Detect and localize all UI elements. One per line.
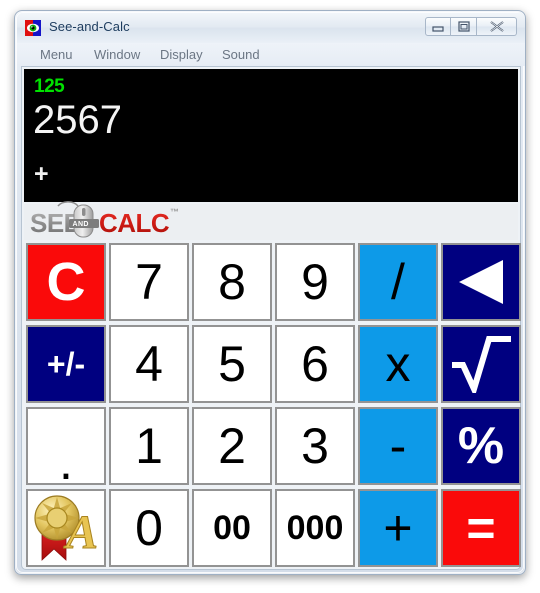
- key-digit-2[interactable]: 2: [192, 407, 272, 485]
- maximize-button[interactable]: [451, 17, 477, 36]
- svg-text:A: A: [63, 506, 98, 559]
- key-digit-8[interactable]: 8: [192, 243, 272, 321]
- key-digit-1-label: 1: [135, 418, 163, 474]
- key-clear-label: C: [46, 252, 86, 312]
- key-backspace[interactable]: [441, 243, 521, 321]
- calculator-display: 125 2567 +: [24, 69, 518, 202]
- window-title: See-and-Calc: [49, 19, 130, 34]
- key-multiply-label: x: [385, 336, 411, 392]
- key-multiply[interactable]: x: [358, 325, 438, 403]
- application-window: See-and-Calc Menu Window Display Sound 1…: [14, 10, 526, 575]
- menu-item-menu[interactable]: Menu: [35, 46, 78, 63]
- key-clear[interactable]: C: [26, 243, 106, 321]
- see-and-calc-logo: SEE AND CALC ™: [30, 201, 179, 238]
- key-triple-zero[interactable]: 000: [275, 489, 355, 567]
- key-subtract[interactable]: -: [358, 407, 438, 485]
- key-award[interactable]: A: [26, 489, 106, 567]
- key-digit-0[interactable]: 0: [109, 489, 189, 567]
- key-double-zero-label: 00: [213, 509, 251, 547]
- logo-strip: SEE AND CALC ™: [24, 201, 518, 240]
- key-digit-7[interactable]: 7: [109, 243, 189, 321]
- key-add-label: +: [383, 500, 413, 556]
- key-digit-7-label: 7: [135, 254, 163, 310]
- key-add[interactable]: +: [358, 489, 438, 567]
- svg-text:CALC: CALC: [99, 208, 170, 238]
- see-and-calc-icon: [25, 20, 41, 36]
- key-digit-3-label: 3: [301, 418, 329, 474]
- svg-text:™: ™: [170, 207, 179, 217]
- key-digit-1[interactable]: 1: [109, 407, 189, 485]
- menu-item-window[interactable]: Window: [89, 46, 145, 63]
- key-digit-4-label: 4: [135, 336, 163, 392]
- close-button[interactable]: [477, 17, 517, 36]
- key-percent-label: %: [457, 417, 505, 475]
- key-sign-toggle-label: +/-: [46, 346, 86, 382]
- key-digit-5[interactable]: 5: [192, 325, 272, 403]
- key-digit-6[interactable]: 6: [275, 325, 355, 403]
- key-digit-4[interactable]: 4: [109, 325, 189, 403]
- close-icon: [489, 21, 504, 32]
- backspace-triangle-icon: [459, 260, 503, 304]
- key-decimal-point[interactable]: .: [26, 407, 106, 485]
- key-digit-8-label: 8: [218, 254, 246, 310]
- keypad: C 7 8 9 / +/- 4 5 6 x . 1 2 3 - % A 0 00…: [24, 241, 521, 569]
- title-bar[interactable]: See-and-Calc: [17, 13, 525, 43]
- display-memory-value: 125: [34, 76, 65, 97]
- minimize-icon: [432, 26, 444, 32]
- key-equals-label: =: [466, 500, 496, 556]
- key-digit-3[interactable]: 3: [275, 407, 355, 485]
- display-main-value: 2567: [33, 98, 122, 142]
- key-digit-2-label: 2: [218, 418, 246, 474]
- display-pending-operator: +: [34, 160, 49, 188]
- square-root-icon: [452, 336, 511, 393]
- key-triple-zero-label: 000: [286, 509, 344, 547]
- key-digit-0-label: 0: [135, 500, 163, 556]
- key-sign-toggle[interactable]: +/-: [26, 325, 106, 403]
- key-divide[interactable]: /: [358, 243, 438, 321]
- svg-text:AND: AND: [73, 221, 89, 228]
- minimize-button[interactable]: [425, 17, 451, 36]
- key-square-root[interactable]: [441, 325, 521, 403]
- key-digit-9[interactable]: 9: [275, 243, 355, 321]
- key-percent[interactable]: %: [441, 407, 521, 485]
- key-digit-5-label: 5: [218, 336, 246, 392]
- menu-item-display[interactable]: Display: [155, 46, 208, 63]
- key-subtract-label: -: [389, 418, 407, 474]
- gold-medal-award-icon: A: [34, 495, 99, 561]
- client-area: 125 2567 + SEE AND CALC ™ C 7 8 9 / +/- …: [21, 66, 521, 570]
- key-equals[interactable]: =: [441, 489, 521, 567]
- menu-item-sound[interactable]: Sound: [217, 46, 265, 63]
- menu-bar: Menu Window Display Sound: [17, 43, 525, 66]
- key-digit-6-label: 6: [301, 336, 329, 392]
- key-decimal-point-label: .: [59, 434, 73, 485]
- key-double-zero[interactable]: 00: [192, 489, 272, 567]
- key-divide-label: /: [391, 254, 405, 310]
- key-digit-9-label: 9: [301, 254, 329, 310]
- maximize-icon: [457, 21, 470, 32]
